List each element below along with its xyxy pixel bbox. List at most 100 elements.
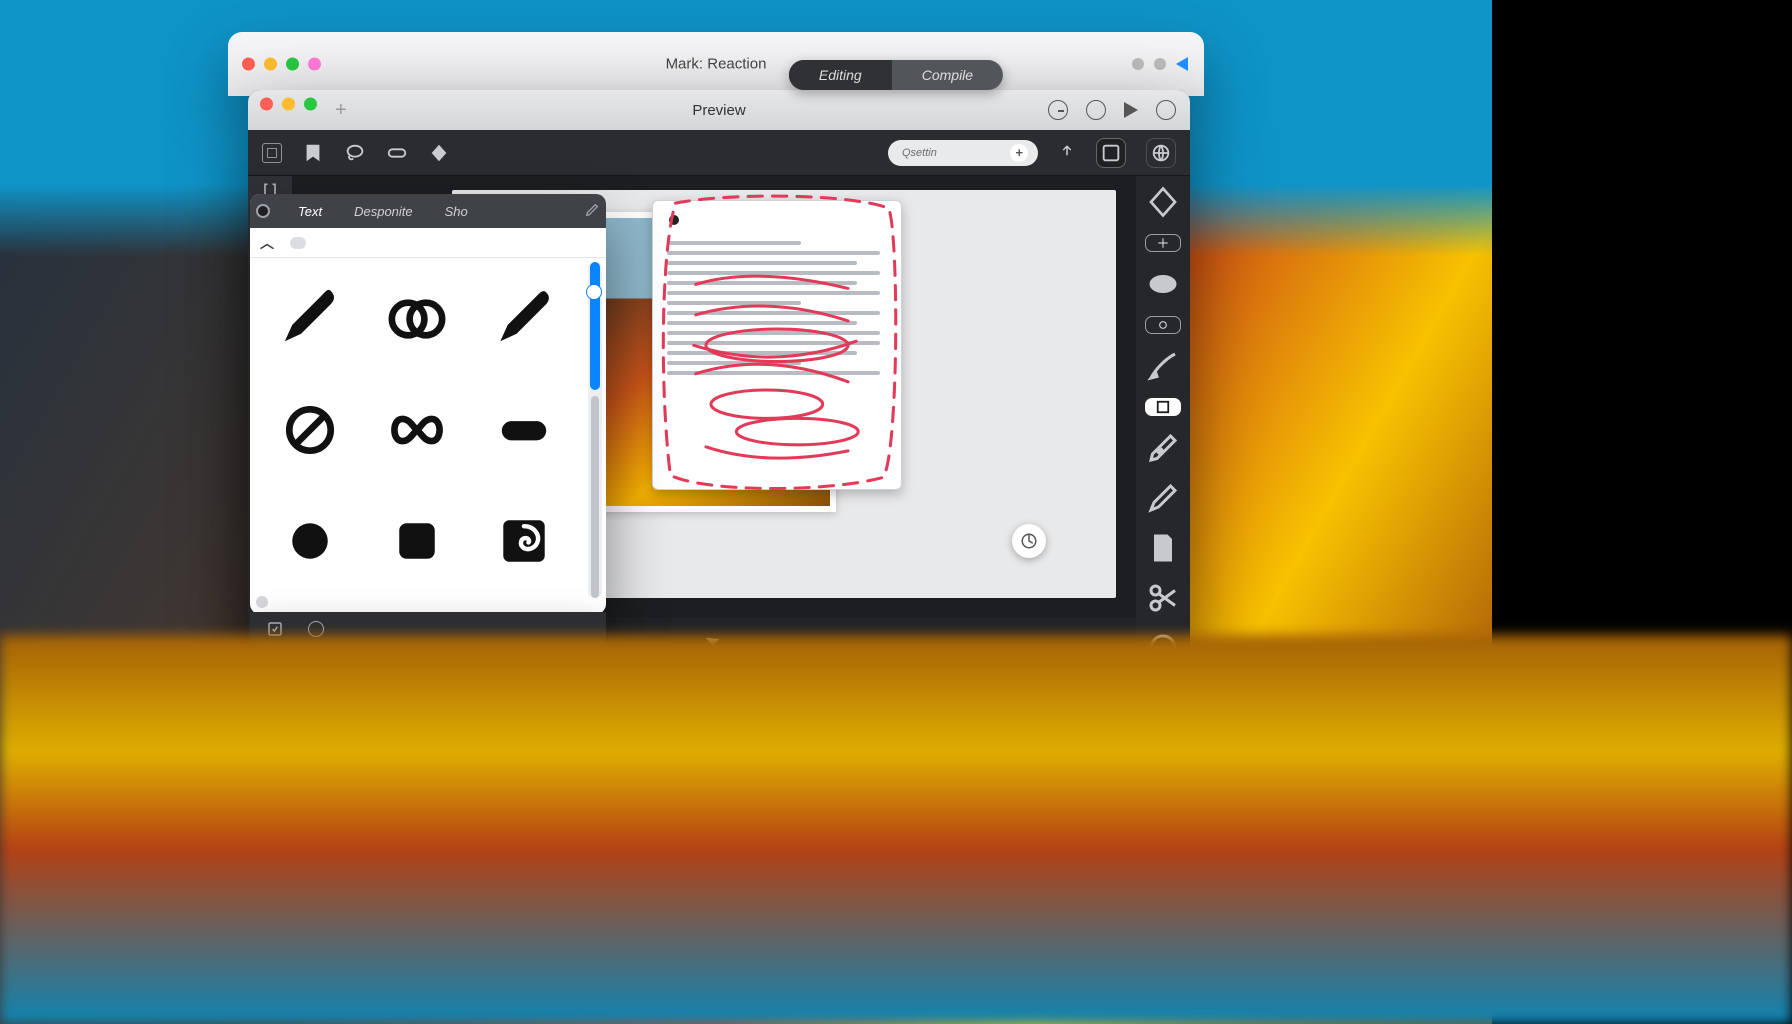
bookmark-icon[interactable] [302, 142, 324, 164]
parent-window-right-controls [1132, 57, 1188, 71]
dock-app[interactable] [1290, 930, 1346, 986]
dock-app[interactable] [588, 930, 644, 986]
parent-window-title: Mark: Reaction [666, 56, 767, 73]
tool-diamond-icon[interactable] [1145, 184, 1181, 220]
picker-scrollbar[interactable] [588, 262, 602, 598]
mode-segmented-control[interactable]: Editing Compile [789, 60, 1003, 90]
dock-app[interactable] [120, 930, 176, 986]
picker-collapse-icon[interactable]: ︿ [260, 233, 274, 253]
picker-swatch-icon[interactable] [290, 237, 306, 249]
tool-eraser-icon[interactable] [1145, 266, 1181, 302]
shape-grid [250, 258, 584, 602]
picker-foot-export-icon[interactable] [266, 620, 284, 638]
dock-app[interactable] [744, 930, 800, 986]
shape-picker-panel: Text Desponite Sho ︿ [250, 194, 606, 614]
scroll-thumb[interactable] [590, 262, 600, 390]
dock-app[interactable] [432, 930, 488, 986]
minimize-button[interactable] [264, 58, 277, 71]
minimize-button[interactable] [282, 97, 295, 110]
circle-tool-icon[interactable] [1156, 100, 1176, 120]
tool-page-icon[interactable] [1145, 530, 1181, 566]
dock-app[interactable] [978, 930, 1034, 986]
tool-brush-icon[interactable] [1145, 348, 1181, 384]
picker-subbar: ︿ [250, 228, 606, 258]
picker-resize-dot-icon[interactable] [256, 596, 268, 608]
dock-app[interactable] [1470, 930, 1526, 986]
dock-app[interactable] [1056, 930, 1112, 986]
tool-square-selected-icon[interactable] [1145, 398, 1181, 416]
play-arrow-icon[interactable] [1176, 57, 1188, 71]
preview-titlebar: + Preview [248, 90, 1190, 130]
picker-footer [250, 612, 606, 646]
dock-app[interactable] [198, 930, 254, 986]
picker-edit-icon[interactable] [584, 202, 600, 221]
shape-pencil-fill[interactable] [256, 264, 363, 375]
tool-highlighter-icon[interactable] [1145, 480, 1181, 516]
preview-title: Preview [692, 102, 745, 119]
shape-pretzel-rounded-outline[interactable] [363, 375, 470, 486]
parent-window-titlebar: Mark: Reaction [228, 32, 1204, 96]
tool-scissors-icon[interactable] [1145, 580, 1181, 616]
sidebar-toggle-icon[interactable] [262, 143, 282, 163]
traffic-lights-inner [260, 97, 317, 110]
dock-app[interactable] [354, 930, 410, 986]
red-annotation-scribble-icon [645, 193, 909, 498]
tool-panel-icon[interactable] [1145, 234, 1181, 252]
zoom-button[interactable] [286, 58, 299, 71]
status-dot-icon [1154, 58, 1166, 70]
zoom-button[interactable] [304, 97, 317, 110]
picker-tab-text[interactable]: Text [284, 198, 336, 225]
floating-action-button[interactable] [1012, 524, 1046, 558]
picker-tab-sho[interactable]: Sho [431, 198, 482, 225]
dock-app[interactable] [510, 930, 566, 986]
search-field[interactable]: Qsettin + [888, 140, 1038, 166]
shape-circle-slash-outline[interactable] [256, 375, 363, 486]
picker-tabs: Text Desponite Sho [250, 194, 606, 228]
picker-handle-icon[interactable] [256, 204, 270, 218]
dock-app[interactable] [822, 930, 878, 986]
segment-editing[interactable]: Editing [789, 60, 892, 90]
share-arrow-icon[interactable] [1058, 142, 1076, 164]
tool-pen-icon[interactable] [1145, 430, 1181, 466]
shape-pencil-fill-2[interactable] [471, 264, 578, 375]
dock-app[interactable] [900, 930, 956, 986]
tool-target-icon[interactable] [1145, 316, 1181, 334]
shape-capsule-fill[interactable] [471, 375, 578, 486]
tool-record-icon[interactable] [1145, 630, 1181, 666]
diamond-icon[interactable] [428, 142, 450, 164]
history-icon[interactable] [1048, 100, 1068, 120]
cursor-icon [702, 630, 725, 653]
shape-pretzel-outline[interactable] [363, 264, 470, 375]
dock-app[interactable] [276, 930, 332, 986]
close-button[interactable] [242, 58, 255, 71]
search-add-icon[interactable]: + [1010, 144, 1028, 162]
screen-bezel [1492, 0, 1792, 1024]
preview-toolbar: Qsettin + [248, 130, 1190, 176]
lasso-icon[interactable] [344, 142, 366, 164]
right-tool-rail [1136, 176, 1190, 666]
picker-foot-record-icon[interactable] [308, 621, 324, 637]
keyboard-pill-icon[interactable] [386, 142, 408, 164]
circle-tool-icon[interactable] [1086, 100, 1106, 120]
picker-tab-desponite[interactable]: Desponite [340, 198, 427, 225]
shape-rounded-square-fill[interactable] [363, 485, 470, 596]
search-placeholder: Qsettin [902, 147, 937, 159]
status-dot-icon [1132, 58, 1144, 70]
new-tab-button[interactable]: + [335, 99, 347, 122]
shape-circle-fill[interactable] [256, 485, 363, 596]
dock-app[interactable] [1392, 930, 1448, 986]
dock-app[interactable] [666, 930, 722, 986]
shape-swirl-inverse[interactable] [471, 485, 578, 596]
grid-view-button[interactable] [1096, 138, 1126, 168]
segment-compile[interactable]: Compile [892, 60, 1003, 90]
flag-icon[interactable] [1124, 102, 1138, 118]
dock-app[interactable] [1134, 930, 1190, 986]
dock-app[interactable] [1212, 930, 1268, 986]
close-button[interactable] [260, 97, 273, 110]
embedded-document[interactable] [652, 200, 902, 490]
desktop-wallpaper: Mark: Reaction Editing Compile + Preview [0, 0, 1792, 1024]
extra-dot [308, 58, 321, 71]
dock-separator [1368, 934, 1370, 982]
globe-button[interactable] [1146, 138, 1176, 168]
traffic-lights-outer [242, 58, 321, 71]
